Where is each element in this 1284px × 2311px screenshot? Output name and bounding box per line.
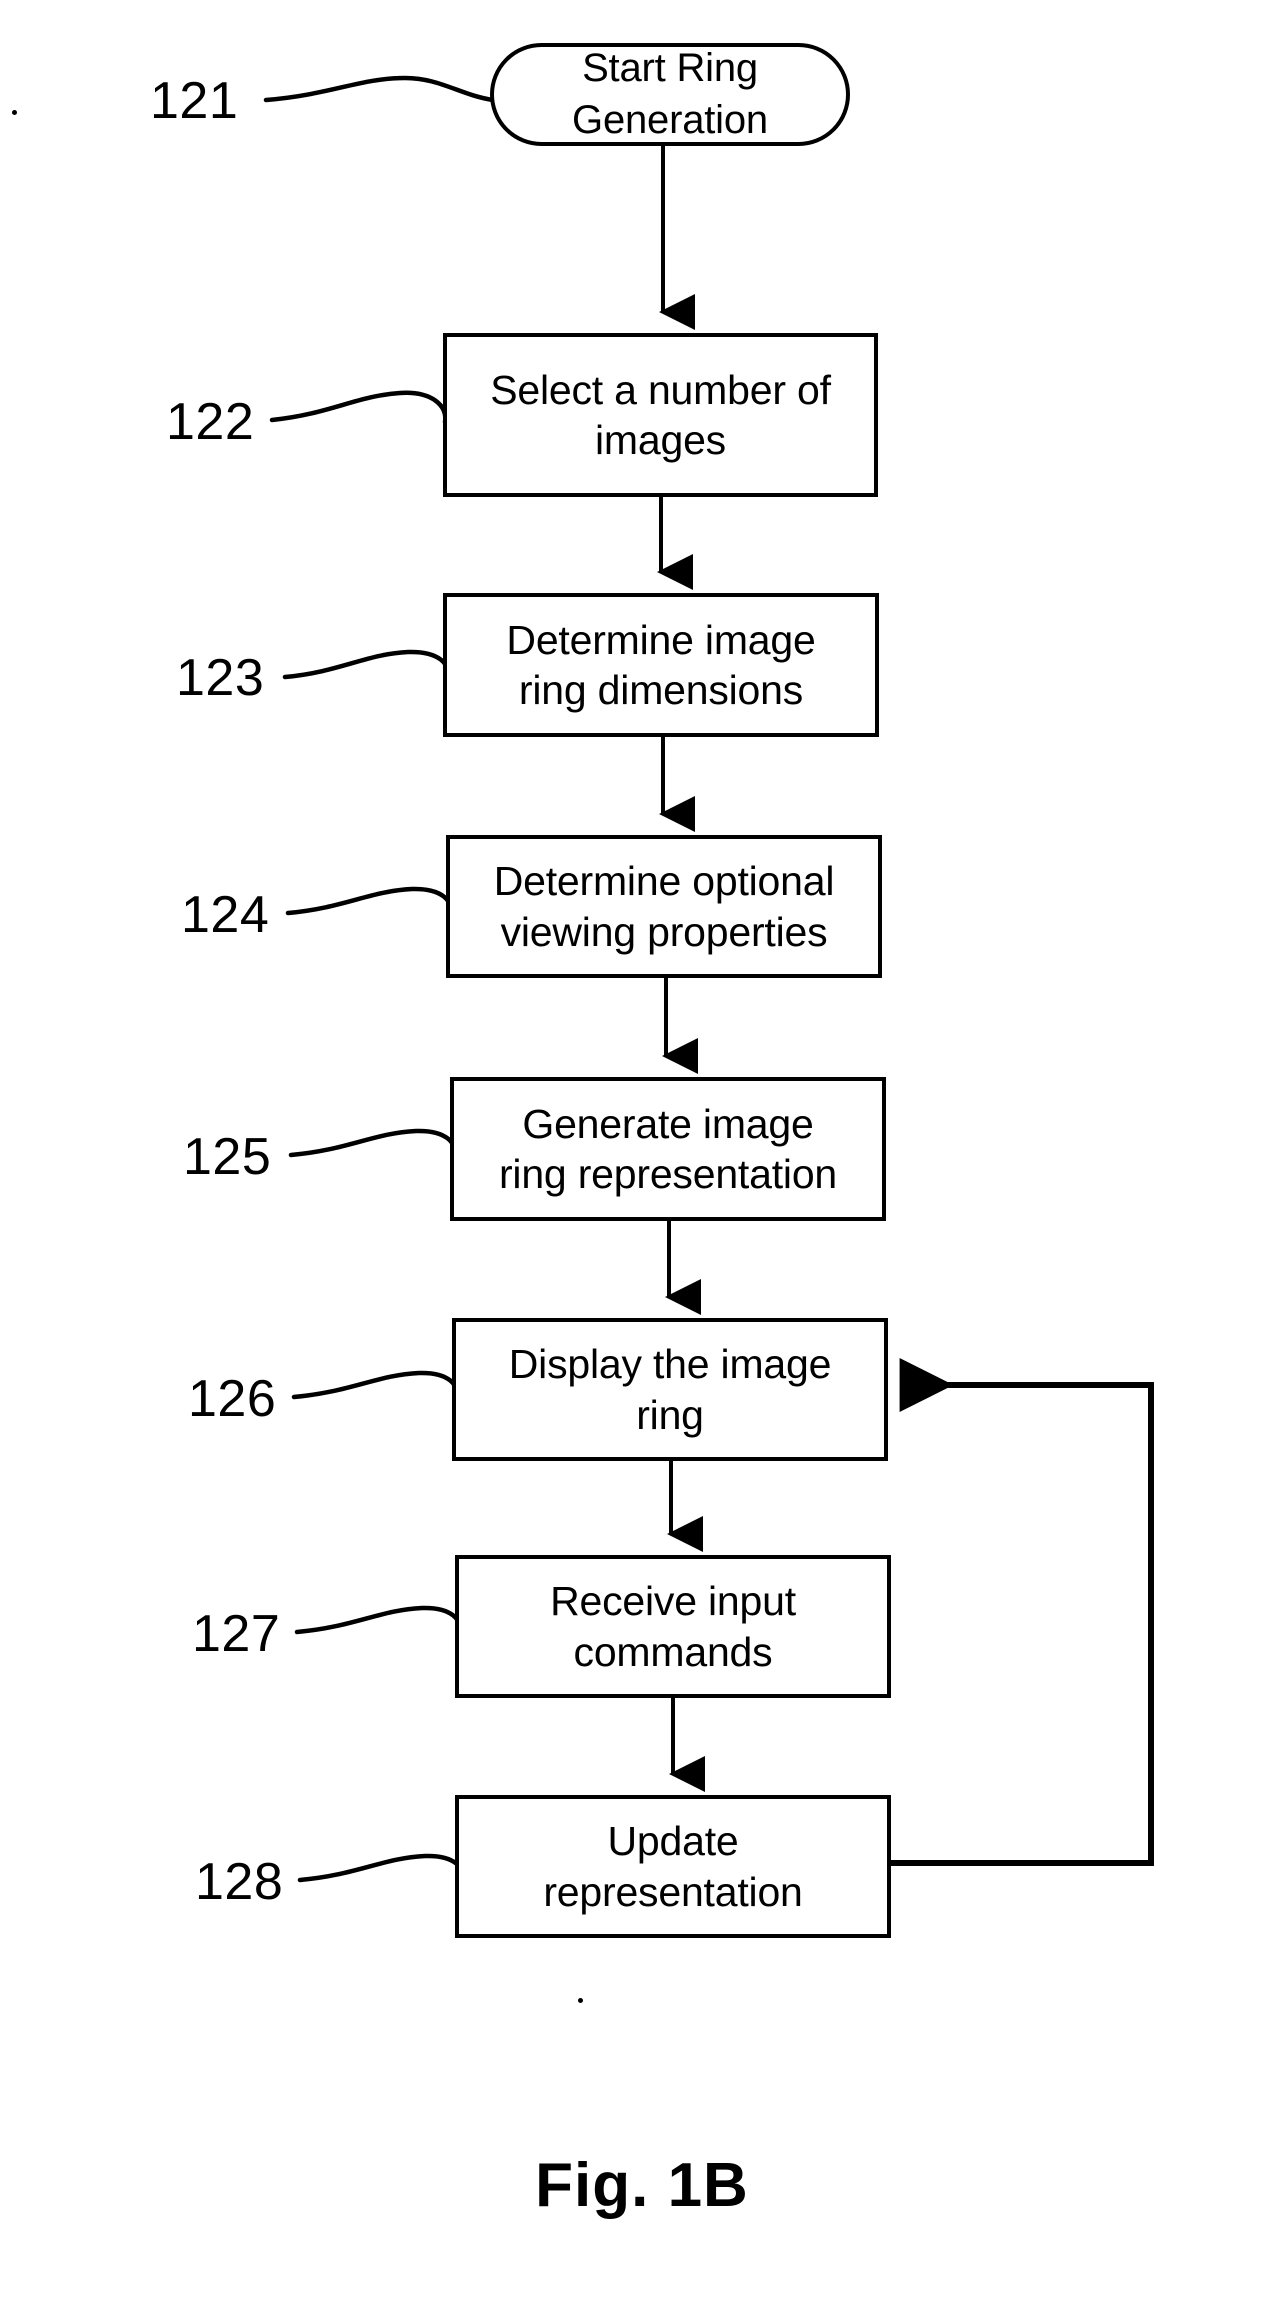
node-label: Start Ring Generation xyxy=(572,46,768,142)
node-select-number-of-images[interactable]: Select a number of images xyxy=(443,333,878,497)
node-label: Select a number of images xyxy=(490,366,831,463)
ref-label-121: 121 xyxy=(150,72,239,130)
leader-line-124 xyxy=(285,886,453,918)
node-display-the-image-ring[interactable]: Display the image ring xyxy=(452,1318,888,1461)
node-determine-image-ring-dimensions[interactable]: Determine image ring dimensions xyxy=(443,593,879,737)
ref-label-128: 128 xyxy=(195,1853,284,1911)
leader-line-123 xyxy=(282,649,450,681)
node-label: Determine image ring dimensions xyxy=(506,616,816,713)
scan-speck xyxy=(12,110,17,115)
ref-label-124: 124 xyxy=(181,886,270,944)
ref-label-123: 123 xyxy=(176,649,265,707)
leader-line-125 xyxy=(288,1128,457,1160)
leader-line-128 xyxy=(297,1853,465,1885)
ref-label-126: 126 xyxy=(188,1370,277,1428)
connector-128-to-126-feedback xyxy=(891,1358,1154,1866)
node-determine-optional-viewing-properties[interactable]: Determine optional viewing properties xyxy=(446,835,882,978)
ref-label-125: 125 xyxy=(183,1128,272,1186)
leader-line-126 xyxy=(291,1370,459,1402)
flowchart-figure: Start Ring Generation Select a number of… xyxy=(0,0,1284,2311)
node-label: Receive input commands xyxy=(550,1578,796,1675)
node-generate-image-ring-representation[interactable]: Generate image ring representation xyxy=(450,1077,886,1221)
leader-line-122 xyxy=(269,390,448,425)
node-update-representation[interactable]: Update representation xyxy=(455,1795,891,1938)
node-receive-input-commands[interactable]: Receive input commands xyxy=(455,1555,891,1698)
node-label: Display the image ring xyxy=(508,1341,832,1438)
leader-line-127 xyxy=(294,1605,462,1637)
node-label: Update representation xyxy=(543,1818,803,1915)
scan-speck xyxy=(578,1998,583,2003)
node-start-ring-generation[interactable]: Start Ring Generation xyxy=(490,43,850,146)
figure-caption: Fig. 1B xyxy=(535,2151,749,2220)
ref-label-127: 127 xyxy=(192,1605,281,1663)
node-label: Determine optional viewing properties xyxy=(493,858,835,955)
leader-line-121 xyxy=(263,75,496,103)
node-label: Generate image ring representation xyxy=(498,1100,838,1197)
ref-label-122: 122 xyxy=(166,393,255,451)
